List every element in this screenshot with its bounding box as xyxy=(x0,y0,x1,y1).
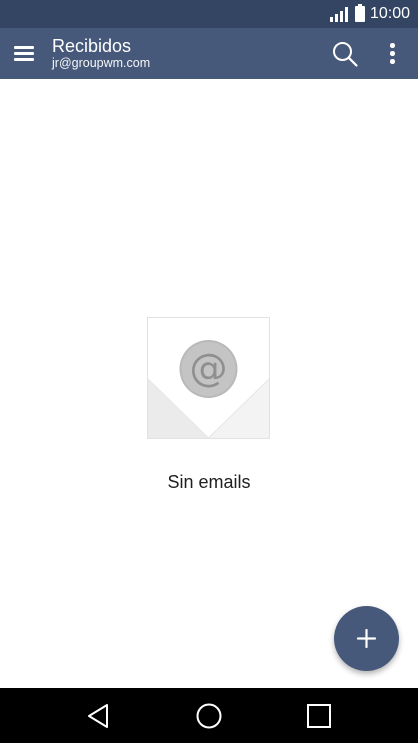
battery-icon xyxy=(354,4,365,22)
search-icon[interactable] xyxy=(331,40,359,68)
empty-state-message: Sin emails xyxy=(167,472,251,492)
status-time: 10:00 xyxy=(369,5,410,22)
back-triangle-icon[interactable] xyxy=(83,700,115,732)
page-title: Recibidos xyxy=(52,36,132,56)
email-at-envelope-icon: @ xyxy=(147,317,270,439)
status-indicators: 10:00 xyxy=(329,4,410,24)
message-list-area: @ Sin emails xyxy=(0,79,418,688)
system-nav-bar xyxy=(0,688,418,743)
signal-icon xyxy=(329,6,348,22)
app-bar: Recibidos jr@groupwm.com xyxy=(0,28,418,79)
plus-icon xyxy=(356,628,377,649)
home-circle-icon[interactable] xyxy=(193,700,225,732)
app-bar-title-block: Recibidos jr@groupwm.com xyxy=(52,36,150,70)
more-vertical-icon[interactable] xyxy=(382,40,402,68)
status-bar: 10:00 xyxy=(0,0,418,28)
account-email: jr@groupwm.com xyxy=(52,56,151,70)
compose-fab-button[interactable] xyxy=(334,606,399,671)
hamburger-menu-icon[interactable] xyxy=(14,44,36,62)
svg-text:@: @ xyxy=(190,346,228,390)
recents-square-icon[interactable] xyxy=(303,700,335,732)
